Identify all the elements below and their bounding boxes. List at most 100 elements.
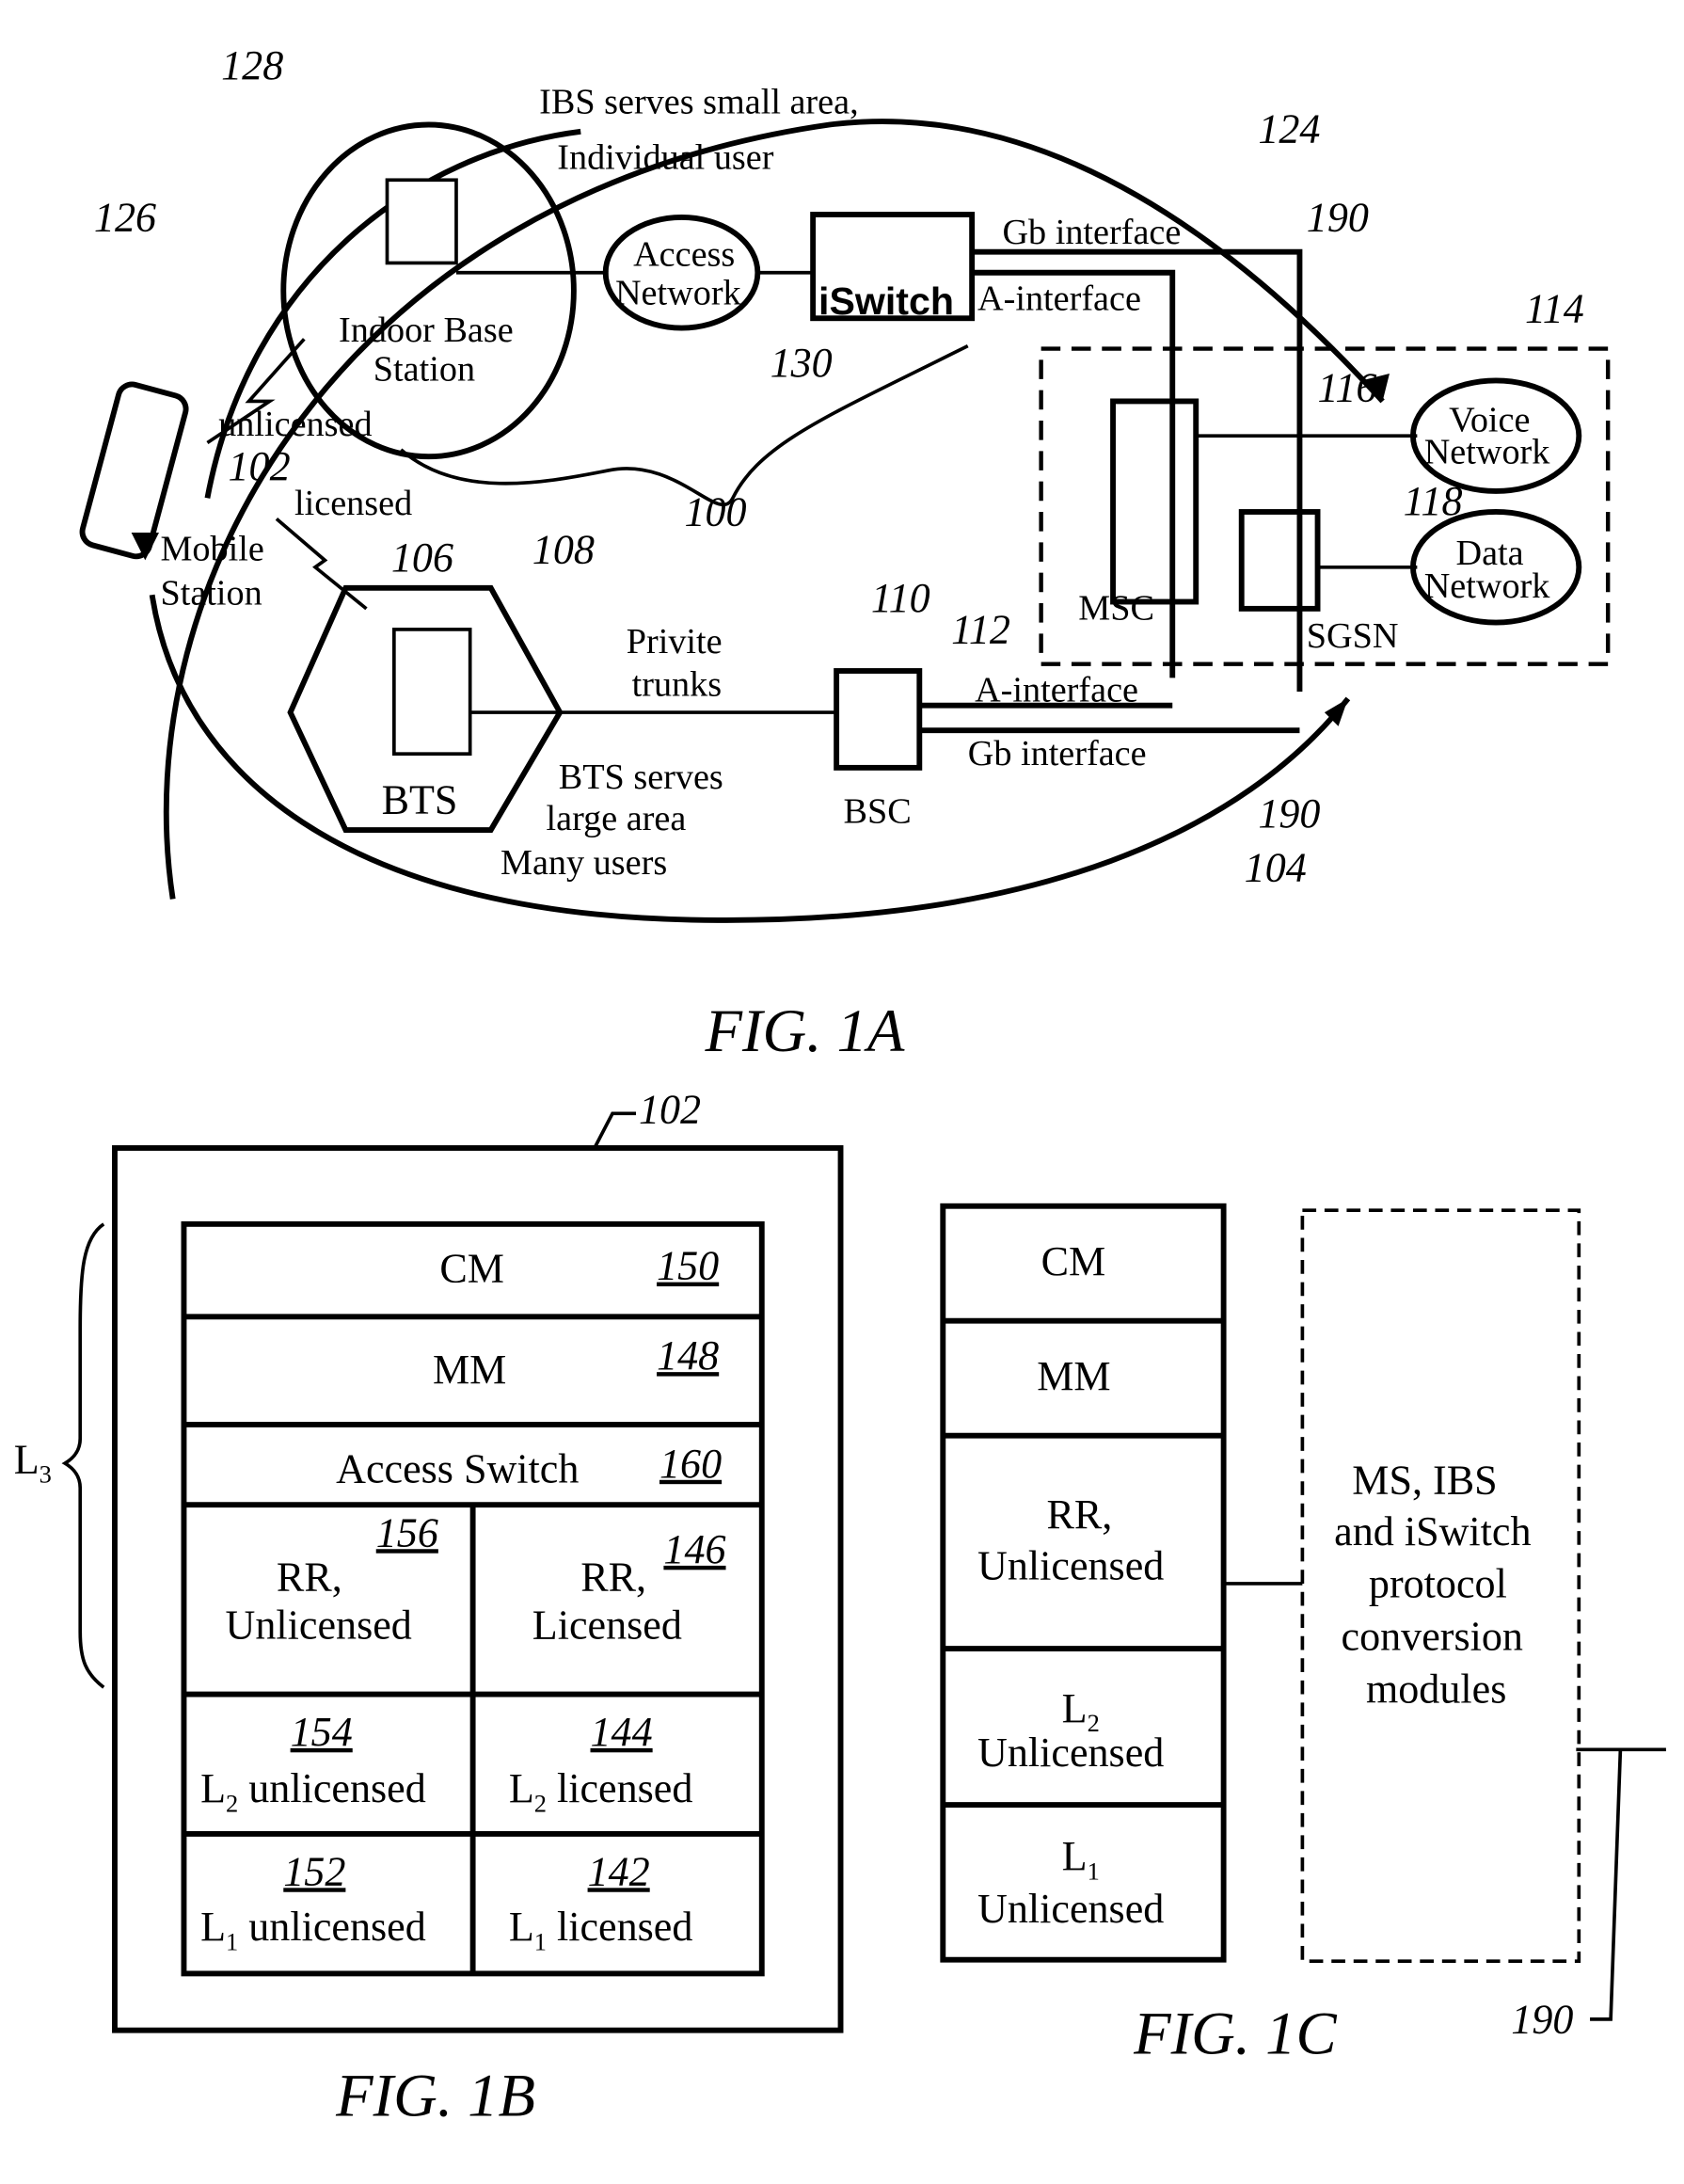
- label-title: FIG. 1C: [1133, 2000, 1337, 2067]
- label-sub: 1: [534, 1927, 547, 1955]
- line-segment: L3: [14, 1436, 52, 1488]
- label-gb_top: Gb interface: [1002, 213, 1181, 252]
- label-data2: Network: [1424, 566, 1551, 606]
- label-access1: Access: [633, 234, 735, 274]
- label-ref: 160: [659, 1441, 722, 1487]
- label-r126: 126: [94, 195, 156, 241]
- label-sub: 2: [534, 1789, 547, 1817]
- label-4: modules: [1366, 1666, 1506, 1712]
- label-l2: Unlicensed: [226, 1602, 412, 1649]
- label-title: FIG. 1A: [705, 996, 905, 1064]
- line-segment: L2 unlicensed: [200, 1765, 426, 1817]
- label-0: CM: [1041, 1238, 1106, 1284]
- label-sgsn: SGSN: [1307, 616, 1399, 656]
- label-ibs1: IBS serves small area,: [539, 83, 858, 122]
- label-bsc: BSC: [843, 792, 911, 832]
- label-r108: 108: [532, 526, 595, 572]
- label-3: conversion: [1342, 1613, 1523, 1659]
- fig-1b: 102 CM 150 MM 148 Access Switch 160 RR,Unli…: [14, 1087, 844, 2129]
- label-a_top: A-interface: [977, 279, 1141, 318]
- label-bts2: large area: [547, 799, 687, 838]
- bsc-icon: [834, 668, 923, 771]
- label-r190b: 190: [1258, 790, 1320, 837]
- label-l1: L: [200, 1904, 226, 1950]
- label-label: CM: [439, 1246, 504, 1292]
- label-ref: 154: [291, 1709, 353, 1755]
- label-2: protocol: [1369, 1561, 1507, 1607]
- label-r104: 104: [1245, 844, 1307, 890]
- label-l1: L: [200, 1765, 226, 1811]
- label-ref: 156: [376, 1509, 438, 1555]
- fig-1c: CM MM RR, Unlicensed L2 Unlicensed L1 Un…: [940, 1203, 1666, 2067]
- label-l2: licensed: [547, 1904, 692, 1950]
- label-l2: unlicensed: [238, 1765, 426, 1811]
- label-3: Unlicensed: [977, 1543, 1164, 1589]
- label-7: L: [1062, 1833, 1088, 1879]
- label-bts: BTS: [382, 776, 458, 822]
- label-bts3: Many users: [500, 843, 667, 883]
- label-ref: 146: [663, 1526, 725, 1572]
- label-msc: MSC: [1078, 589, 1154, 629]
- fig-1a: IBS serves small area, Individual user I…: [79, 42, 1611, 1064]
- line-segment: L1 licensed: [509, 1904, 693, 1955]
- label-brace_sub: 3: [40, 1460, 52, 1489]
- label-indoor2: Station: [373, 349, 475, 389]
- label-l1: L: [509, 1904, 534, 1950]
- label-ref: 144: [591, 1709, 653, 1755]
- label-l1: RR,: [580, 1554, 646, 1600]
- label-0: MS, IBS: [1352, 1457, 1497, 1503]
- label-label: MM: [433, 1347, 506, 1393]
- label-indoor1: Indoor Base: [339, 311, 514, 350]
- label-ref: 152: [283, 1848, 345, 1894]
- label-gb_bot: Gb interface: [968, 734, 1147, 773]
- ibs-icon: [385, 178, 458, 265]
- label-a_bot: A-interface: [975, 670, 1138, 709]
- label-ref: 148: [657, 1332, 719, 1379]
- label-r128: 128: [221, 42, 283, 88]
- label-licensed: licensed: [294, 484, 412, 523]
- label-mobile2: Station: [160, 573, 262, 613]
- label-l2: licensed: [547, 1765, 692, 1811]
- label-r112: 112: [951, 607, 1010, 653]
- label-r118: 118: [1404, 478, 1463, 524]
- licensed-lightning-icon: [275, 517, 368, 611]
- label-r190a: 190: [1307, 195, 1369, 241]
- msc-icon: [1110, 398, 1199, 605]
- line-segment: [1590, 1749, 1623, 2021]
- l3-brace: [61, 1222, 105, 1689]
- arrow-104-path: [149, 594, 1351, 923]
- patent-figure-sheet: IBS serves small area, Individual user I…: [14, 42, 1666, 2129]
- line-segment: L1 unlicensed: [200, 1904, 426, 1955]
- label-l1: RR,: [277, 1554, 342, 1600]
- label-1: MM: [1037, 1353, 1110, 1399]
- label-9: Unlicensed: [977, 1886, 1164, 1932]
- label-r102: 102: [228, 443, 290, 489]
- line-segment: L1: [1062, 1833, 1100, 1885]
- label-r124: 124: [1258, 106, 1320, 152]
- label-mobile1: Mobile: [160, 529, 263, 568]
- line-segment: [593, 1111, 637, 1149]
- label-6: Unlicensed: [977, 1730, 1164, 1776]
- label-8: 1: [1088, 1857, 1100, 1885]
- label-r100: 100: [684, 489, 746, 535]
- label-brace: L: [14, 1436, 40, 1482]
- bts-icon: [392, 628, 472, 757]
- label-l1: L: [509, 1765, 534, 1811]
- sgsn-icon: [1238, 509, 1321, 612]
- label-2: RR,: [1047, 1491, 1113, 1538]
- label-sub: 2: [226, 1789, 238, 1817]
- label-r114: 114: [1525, 286, 1584, 332]
- label-title: FIG. 1B: [335, 2062, 535, 2129]
- label-ref: 142: [588, 1848, 650, 1894]
- label-r110: 110: [871, 575, 930, 621]
- label-access2: Network: [615, 274, 742, 313]
- label-voice2: Network: [1424, 433, 1551, 472]
- label-sub: 1: [226, 1927, 238, 1955]
- label-unlicensed: unlicensed: [218, 405, 372, 444]
- label-1: and iSwitch: [1334, 1508, 1531, 1554]
- label-r116: 116: [1318, 364, 1377, 410]
- label-ref: 102: [639, 1087, 701, 1133]
- label-priv1: Privite: [627, 622, 723, 662]
- label-l2: unlicensed: [238, 1904, 426, 1950]
- label-r106: 106: [391, 534, 453, 581]
